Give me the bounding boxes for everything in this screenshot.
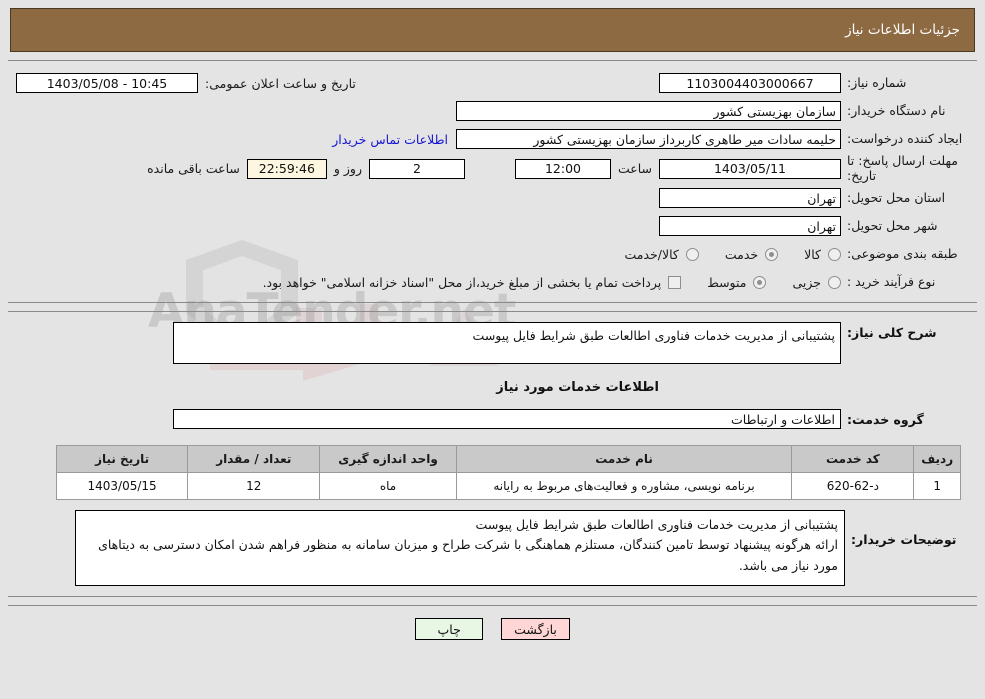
countdown-timer-input[interactable] [246, 158, 327, 179]
buyer-contact-link[interactable]: اطلاعات تماس خریدار [324, 132, 456, 147]
delivery-province-input[interactable] [659, 188, 841, 208]
radio-icon[interactable] [828, 247, 841, 261]
treasury-bonds-note: پرداخت تمام یا بخشی از مبلغ خرید،از محل … [262, 274, 662, 290]
th-quantity: تعداد / مقدار [187, 445, 321, 473]
need-number-input[interactable] [659, 73, 841, 93]
th-need-date: تاریخ نیاز [55, 445, 189, 473]
remaining-days-input[interactable] [368, 158, 465, 179]
radio-label: کالا/خدمت [624, 246, 679, 262]
delivery-city-input[interactable] [659, 216, 841, 236]
radio-option-jozii[interactable]: جزیی [792, 275, 841, 290]
cell-need-date: 1403/05/15 [55, 472, 189, 500]
delivery-city-label: شهر محل تحویل: [847, 217, 938, 233]
need-summary-panel: شماره نیاز: تاریخ و ساعت اعلان عمومی: نا… [8, 60, 977, 303]
table-header-row: ردیف کد خدمت نام خدمت واحد اندازه گیری ت… [55, 445, 961, 473]
buyer-org-label: نام دستگاه خریدار: [847, 102, 946, 118]
print-button[interactable]: چاپ [415, 618, 484, 640]
response-deadline-label: مهلت ارسال پاسخ: تا تاریخ: [847, 153, 958, 183]
radio-icon-selected[interactable] [753, 275, 767, 289]
cell-service-name: برنامه نویسی، مشاوره و فعالیت‌های مربوط … [455, 472, 793, 500]
th-service-name: نام خدمت [455, 445, 793, 473]
row-service-group: گروه خدمت: [16, 409, 969, 429]
remaining-hours-label: ساعت باقی مانده [147, 161, 240, 176]
buyer-org-input[interactable] [456, 101, 841, 121]
radio-icon-selected[interactable] [765, 247, 779, 261]
cell-service-code: د-62-620 [791, 472, 915, 500]
radio-option-khedmat[interactable]: خدمت [724, 246, 779, 262]
table-row: 1 د-62-620 برنامه نویسی، مشاوره و فعالیت… [55, 472, 961, 500]
hour-label: ساعت [617, 161, 652, 176]
cell-quantity: 12 [187, 472, 321, 500]
purchase-process-label: نوع فرآیند خرید : [847, 273, 936, 289]
row-need-number: شماره نیاز: تاریخ و ساعت اعلان عمومی: [16, 69, 969, 97]
service-group-input[interactable] [173, 409, 841, 429]
services-table: ردیف کد خدمت نام خدمت واحد اندازه گیری ت… [55, 445, 961, 500]
back-button[interactable]: بازگشت [501, 618, 570, 640]
page-header: جزئیات اطلاعات نیاز [10, 8, 975, 52]
public-announce-label: تاریخ و ساعت اعلان عمومی: [205, 75, 356, 91]
radio-icon[interactable] [685, 247, 699, 261]
radio-label: متوسط [707, 274, 747, 290]
row-purchase-process: نوع فرآیند خرید : جزیی متوسط پرداخت تمام… [16, 268, 969, 296]
public-announce-input[interactable] [16, 73, 198, 93]
footer-divider [8, 605, 977, 606]
radio-label: جزیی [792, 274, 821, 290]
radio-option-kala[interactable]: کالا [804, 247, 841, 262]
radio-option-motevaset[interactable]: متوسط [707, 274, 767, 290]
days-label: روز و [333, 161, 362, 176]
deadline-date-input[interactable] [659, 158, 841, 179]
need-details-panel: شرح کلی نیاز: پشتیبانی از مدیریت خدمات ف… [8, 311, 977, 597]
row-buyer-notes: توضیحات خریدار: پشتیبانی از مدیریت خدمات… [24, 510, 961, 586]
th-radif: ردیف [913, 445, 961, 473]
subject-category-label: طبقه بندی موضوعی: [847, 245, 958, 261]
request-creator-input[interactable] [456, 129, 841, 149]
radio-icon[interactable] [828, 275, 841, 289]
row-request-creator: ایجاد کننده درخواست: اطلاعات تماس خریدار [16, 125, 969, 153]
row-buyer-org: نام دستگاه خریدار: [16, 97, 969, 125]
th-service-code: کد خدمت [791, 445, 915, 473]
row-delivery-province: استان محل تحویل: [16, 184, 969, 212]
radio-label: کالا [804, 246, 821, 262]
cell-radif: 1 [913, 472, 961, 500]
row-delivery-city: شهر محل تحویل: [16, 212, 969, 240]
th-unit: واحد اندازه گیری [319, 445, 457, 473]
deadline-time-input[interactable] [514, 158, 611, 179]
need-description-label: شرح کلی نیاز: [847, 325, 937, 340]
row-need-description: شرح کلی نیاز: پشتیبانی از مدیریت خدمات ف… [16, 322, 969, 364]
service-group-label: گروه خدمت: [847, 411, 924, 427]
subject-category-radio-group: کالا خدمت کالا/خدمت [598, 247, 841, 262]
buyer-notes-textarea[interactable]: پشتیبانی از مدیریت خدمات فناوری اطالعات … [75, 510, 845, 586]
radio-label: خدمت [724, 246, 759, 262]
services-table-body: 1 د-62-620 برنامه نویسی، مشاوره و فعالیت… [55, 472, 961, 500]
row-response-deadline: مهلت ارسال پاسخ: تا تاریخ: ساعت روز و سا… [16, 153, 969, 184]
page-title: جزئیات اطلاعات نیاز [845, 22, 960, 38]
cell-unit: ماه [319, 472, 457, 500]
need-number-label: شماره نیاز: [847, 74, 907, 90]
services-table-head: ردیف کد خدمت نام خدمت واحد اندازه گیری ت… [55, 445, 961, 473]
purchase-process-radio-group: جزیی متوسط [681, 275, 841, 290]
footer-actions: بازگشت چاپ [0, 618, 985, 640]
page-root: جزئیات اطلاعات نیاز شماره نیاز: تاریخ و … [0, 8, 985, 640]
need-description-textarea[interactable]: پشتیبانی از مدیریت خدمات فناوری اطالعات … [173, 322, 841, 364]
row-subject-category: طبقه بندی موضوعی: کالا خدمت کالا/خدمت [16, 240, 969, 268]
radio-option-kala-khedmat[interactable]: کالا/خدمت [624, 246, 699, 262]
services-section-title: اطلاعات خدمات مورد نیاز [496, 380, 659, 395]
request-creator-label: ایجاد کننده درخواست: [847, 130, 963, 146]
delivery-province-label: استان محل تحویل: [847, 189, 946, 205]
treasury-bonds-checkbox[interactable] [668, 275, 682, 289]
buyer-notes-label: توضیحات خریدار: [851, 532, 957, 547]
